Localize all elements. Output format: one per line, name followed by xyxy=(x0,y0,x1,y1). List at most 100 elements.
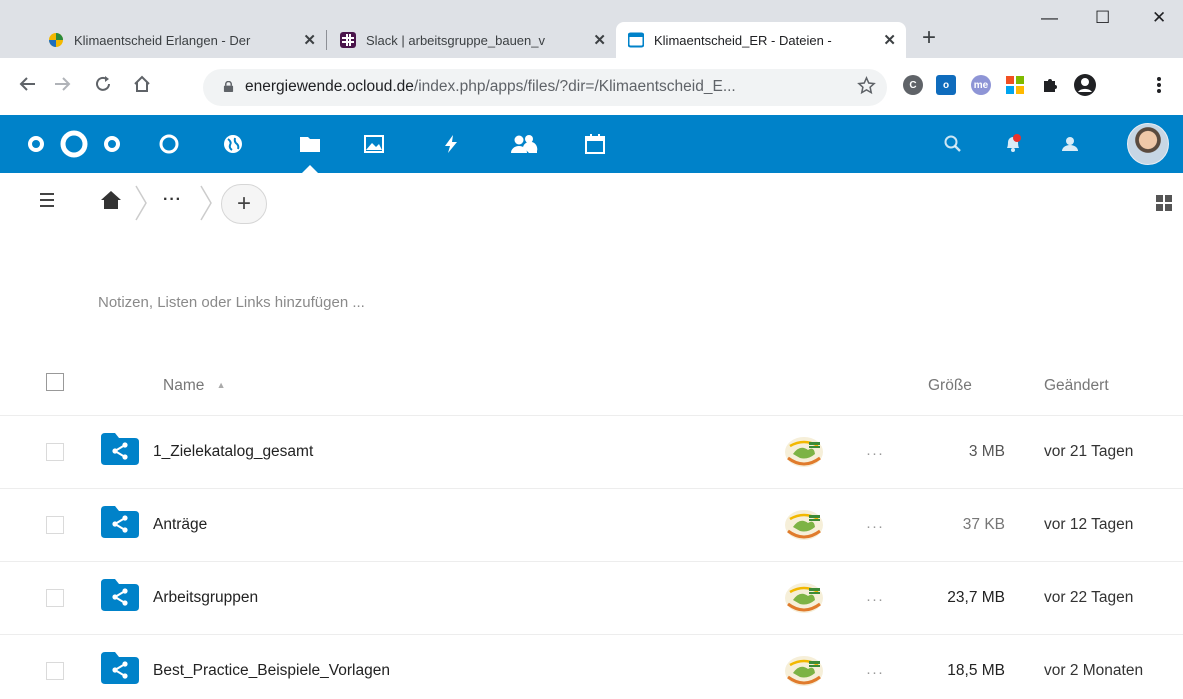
tab-title: Slack | arbeitsgruppe_bauen_v xyxy=(366,32,545,48)
calendar-app-icon[interactable] xyxy=(584,133,606,155)
file-actions-menu-icon[interactable]: ··· xyxy=(866,445,884,462)
extension-o-label: o xyxy=(942,79,950,91)
url-text: energiewende.ocloud.de/index.php/apps/fi… xyxy=(245,78,736,96)
file-row[interactable]: Best_Practice_Beispiele_Vorlagen ··· 18,… xyxy=(0,635,1183,699)
slack-favicon-icon xyxy=(340,32,356,48)
shared-folder-icon xyxy=(101,652,139,684)
grid-view-toggle-icon[interactable] xyxy=(1156,195,1172,211)
bookmark-star-icon[interactable] xyxy=(857,76,876,95)
row-checkbox[interactable] xyxy=(46,589,64,607)
tab-divider xyxy=(326,30,327,50)
tab-close-icon[interactable]: ✕ xyxy=(303,31,316,49)
shared-folder-icon xyxy=(101,433,139,465)
share-avatar-icon[interactable] xyxy=(784,580,824,614)
window-minimize-button[interactable]: — xyxy=(1041,8,1058,28)
back-arrow-icon[interactable] xyxy=(18,74,38,94)
contacts-app-icon[interactable] xyxy=(510,133,538,155)
extension-c-label: C xyxy=(909,79,917,91)
file-name[interactable]: Arbeitsgruppen xyxy=(153,589,258,607)
globe-app-icon[interactable] xyxy=(222,133,244,155)
file-actions-menu-icon[interactable]: ··· xyxy=(866,591,884,608)
lock-icon[interactable] xyxy=(223,81,234,92)
file-modified: vor 12 Tagen xyxy=(1044,516,1134,533)
tab-title: Klimaentscheid_ER - Dateien - xyxy=(654,32,832,48)
file-size: 37 KB xyxy=(962,516,1005,533)
outlook-extension-icon[interactable]: o xyxy=(936,75,956,95)
file-size: 23,7 MB xyxy=(947,589,1005,606)
file-name[interactable]: Anträge xyxy=(153,516,207,534)
extension-c-icon[interactable]: C xyxy=(903,75,923,95)
new-file-button[interactable]: + xyxy=(221,184,267,224)
app-navigation-toggle-icon[interactable] xyxy=(40,193,54,211)
tab-close-icon[interactable]: ✕ xyxy=(593,31,606,49)
contacts-menu-icon[interactable] xyxy=(1059,133,1081,155)
nextcloud-header xyxy=(0,115,1183,173)
shared-folder-icon xyxy=(101,506,139,538)
file-modified: vor 22 Tagen xyxy=(1044,589,1134,606)
breadcrumb-home-icon[interactable] xyxy=(100,190,122,210)
window-close-button[interactable]: ✕ xyxy=(1152,8,1166,28)
sort-ascending-icon: ▲ xyxy=(216,380,226,390)
puzzle-extensions-icon[interactable] xyxy=(1040,75,1060,95)
url-path: /index.php/apps/files/?dir=/Klimaentsche… xyxy=(413,78,736,95)
tab-title: Klimaentscheid Erlangen - Der xyxy=(74,32,251,48)
row-checkbox[interactable] xyxy=(46,443,64,461)
share-avatar-icon[interactable] xyxy=(784,653,824,687)
nextcloud-folder-favicon-icon xyxy=(628,32,644,48)
nextcloud-logo-icon[interactable] xyxy=(26,128,122,160)
active-app-indicator xyxy=(302,165,318,173)
share-avatar-icon[interactable] xyxy=(784,507,824,541)
file-row[interactable]: Anträge ··· 37 KB vor 12 Tagen xyxy=(0,489,1183,562)
dashboard-app-icon[interactable] xyxy=(158,133,180,155)
column-header-name[interactable]: Name ▲ xyxy=(163,377,226,395)
home-icon[interactable] xyxy=(132,74,152,94)
breadcrumb-separator xyxy=(200,185,212,221)
file-name[interactable]: 1_Zielekatalog_gesamt xyxy=(153,443,313,461)
windows-extension-icon[interactable] xyxy=(1005,75,1025,95)
files-controls: ··· + xyxy=(0,173,1183,231)
file-size: 3 MB xyxy=(968,443,1005,460)
new-tab-button[interactable]: + xyxy=(922,26,936,50)
window-maximize-button[interactable]: ☐ xyxy=(1095,8,1110,28)
column-header-size[interactable]: Größe xyxy=(928,377,972,395)
column-header-modified[interactable]: Geändert xyxy=(1044,377,1109,395)
activity-app-icon[interactable] xyxy=(440,133,462,155)
browser-tab-strip: Klimaentscheid Erlangen - Der ✕ Slack | … xyxy=(0,0,1183,58)
address-bar[interactable]: energiewende.ocloud.de/index.php/apps/fi… xyxy=(203,69,887,106)
files-app-icon[interactable] xyxy=(299,133,321,155)
row-checkbox[interactable] xyxy=(46,516,64,534)
tab-close-icon[interactable]: ✕ xyxy=(883,31,896,49)
file-modified: vor 2 Monaten xyxy=(1044,662,1144,679)
file-size: 18,5 MB xyxy=(947,662,1005,679)
notifications-bell-icon[interactable] xyxy=(1002,133,1024,155)
browser-tab-dateien[interactable]: Klimaentscheid_ER - Dateien - ✕ xyxy=(616,22,906,58)
breadcrumb-separator xyxy=(135,185,147,221)
browser-tab-slack[interactable]: Slack | arbeitsgruppe_bauen_v ✕ xyxy=(328,22,616,58)
file-actions-menu-icon[interactable]: ··· xyxy=(866,518,884,535)
extension-me-label: me xyxy=(973,79,989,91)
column-name-label: Name xyxy=(163,377,205,394)
search-icon[interactable] xyxy=(942,133,964,155)
shared-folder-icon xyxy=(101,579,139,611)
select-all-checkbox[interactable] xyxy=(46,373,64,391)
share-avatar-icon[interactable] xyxy=(784,434,824,468)
rich-workspace-placeholder[interactable]: Notizen, Listen oder Links hinzufügen ..… xyxy=(98,294,365,311)
klimaentscheid-favicon-icon xyxy=(49,33,63,47)
url-host: energiewende.ocloud.de xyxy=(245,78,414,95)
kebab-menu-icon[interactable] xyxy=(1155,75,1163,95)
extension-me-icon[interactable]: me xyxy=(971,75,991,95)
file-name[interactable]: Best_Practice_Beispiele_Vorlagen xyxy=(153,662,390,680)
forward-arrow-icon[interactable] xyxy=(52,74,72,94)
file-modified: vor 21 Tagen xyxy=(1044,443,1134,460)
browser-toolbar: energiewende.ocloud.de/index.php/apps/fi… xyxy=(0,58,1183,115)
photos-app-icon[interactable] xyxy=(363,133,385,155)
file-actions-menu-icon[interactable]: ··· xyxy=(866,664,884,681)
reload-icon[interactable] xyxy=(93,74,113,94)
file-row[interactable]: 1_Zielekatalog_gesamt ··· 3 MB vor 21 Ta… xyxy=(0,416,1183,489)
row-checkbox[interactable] xyxy=(46,662,64,680)
browser-tab-klimaentscheid[interactable]: Klimaentscheid Erlangen - Der ✕ xyxy=(36,22,326,58)
breadcrumb-more-button[interactable]: ··· xyxy=(163,191,182,209)
file-row[interactable]: Arbeitsgruppen ··· 23,7 MB vor 22 Tagen xyxy=(0,562,1183,635)
profile-icon[interactable] xyxy=(1073,73,1097,97)
user-avatar[interactable] xyxy=(1127,123,1169,165)
